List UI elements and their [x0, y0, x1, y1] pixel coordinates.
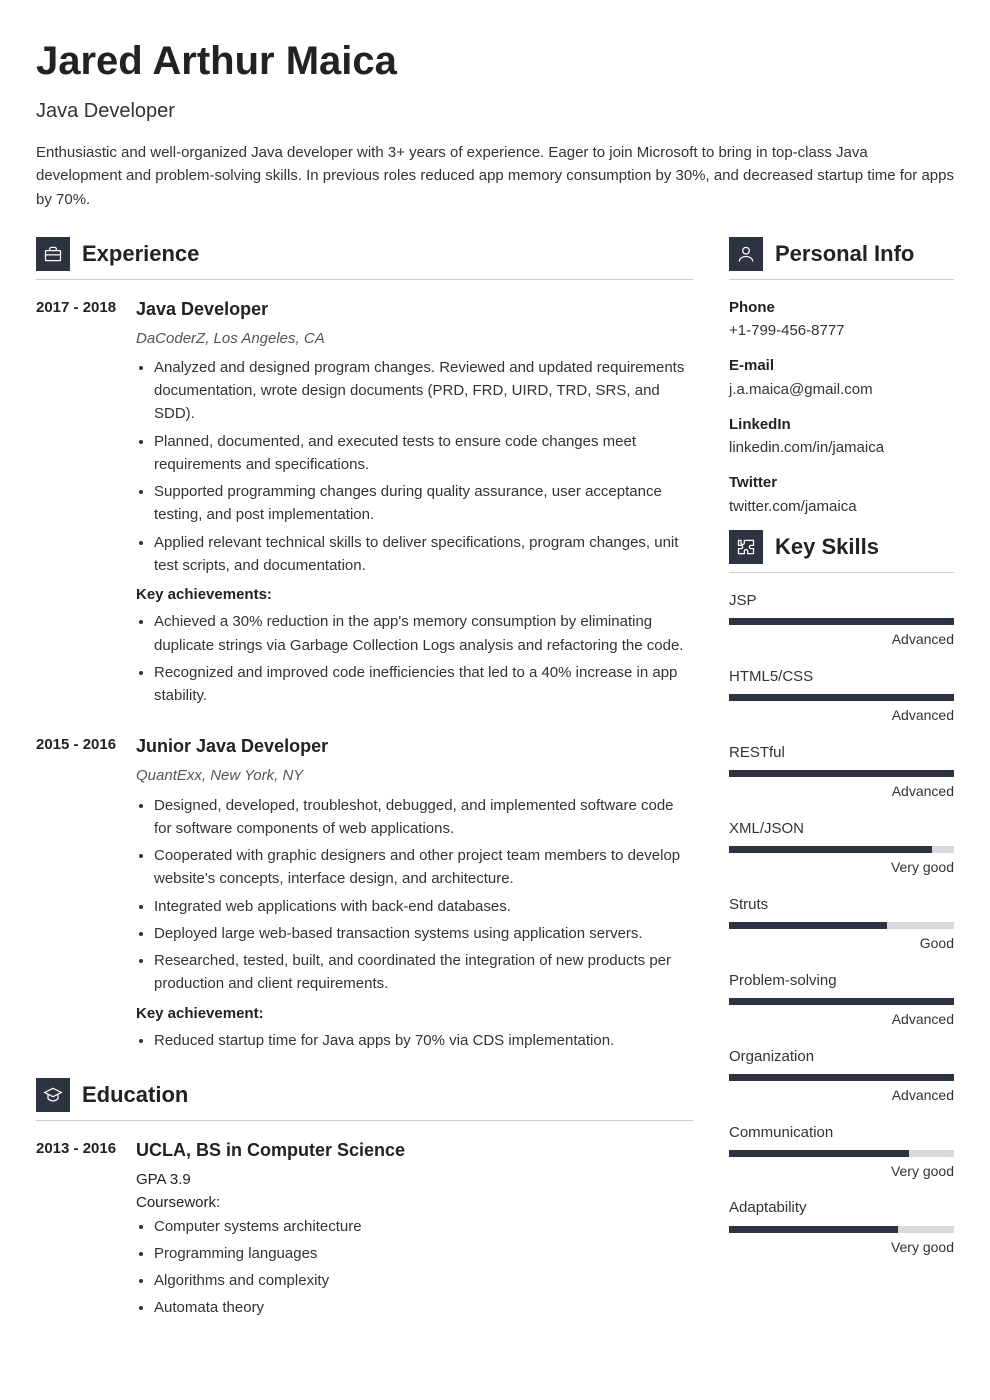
info-label: Phone	[729, 296, 954, 319]
skill-bar	[729, 998, 954, 1005]
info-value: +1-799-456-8777	[729, 319, 954, 342]
bullet: Analyzed and designed program changes. R…	[154, 356, 693, 426]
key-skills-heading: Key Skills	[775, 530, 879, 564]
company: DaCoderZ, Los Angeles, CA	[136, 327, 693, 350]
skill-level: Advanced	[729, 629, 954, 651]
skill-bar	[729, 1074, 954, 1081]
degree-title: UCLA, BS in Computer Science	[136, 1137, 693, 1165]
skill-bar	[729, 1226, 954, 1233]
skill-item: JSP Advanced	[729, 589, 954, 651]
skill-level: Advanced	[729, 1009, 954, 1031]
coursework-item: Computer systems architecture	[154, 1215, 693, 1238]
date-range: 2013 - 2016	[36, 1137, 118, 1323]
skill-level: Good	[729, 933, 954, 955]
skill-item: HTML5/CSS Advanced	[729, 665, 954, 727]
gpa: GPA 3.9	[136, 1168, 693, 1191]
bullet: Integrated web applications with back-en…	[154, 895, 693, 918]
bullet: Cooperated with graphic designers and ot…	[154, 844, 693, 891]
skill-level: Advanced	[729, 781, 954, 803]
person-icon	[729, 237, 763, 271]
main-column: Experience 2017 - 2018 Java Developer DaCo…	[36, 237, 693, 1346]
info-value: j.a.maica@gmail.com	[729, 378, 954, 401]
education-header: Education	[36, 1078, 693, 1121]
education-heading: Education	[82, 1078, 188, 1112]
skill-name: Struts	[729, 893, 954, 916]
coursework-item: Programming languages	[154, 1242, 693, 1265]
briefcase-icon	[36, 237, 70, 271]
bullet: Researched, tested, built, and coordinat…	[154, 949, 693, 996]
bullet: Designed, developed, troubleshot, debugg…	[154, 794, 693, 841]
education-entry: 2013 - 2016 UCLA, BS in Computer Science G…	[36, 1137, 693, 1323]
date-range: 2017 - 2018	[36, 296, 118, 712]
personal-info-header: Personal Info	[729, 237, 954, 280]
skill-name: JSP	[729, 589, 954, 612]
role-title: Junior Java Developer	[136, 733, 693, 761]
achievement-bullet: Reduced startup time for Java apps by 70…	[154, 1029, 693, 1052]
skill-bar	[729, 1150, 954, 1157]
person-name: Jared Arthur Maica	[36, 30, 954, 92]
achievement-bullet: Recognized and improved code inefficienc…	[154, 661, 693, 708]
date-range: 2015 - 2016	[36, 733, 118, 1056]
skill-item: Communication Very good	[729, 1121, 954, 1183]
role-title: Java Developer	[136, 296, 693, 324]
coursework-item: Automata theory	[154, 1296, 693, 1319]
personal-info-heading: Personal Info	[775, 237, 914, 271]
graduation-cap-icon	[36, 1078, 70, 1112]
skill-level: Very good	[729, 1237, 954, 1259]
skill-item: Adaptability Very good	[729, 1196, 954, 1258]
skill-item: Problem-solving Advanced	[729, 969, 954, 1031]
puzzle-icon	[729, 530, 763, 564]
bullet: Deployed large web-based transaction sys…	[154, 922, 693, 945]
skill-bar	[729, 694, 954, 701]
company: QuantExx, New York, NY	[136, 764, 693, 787]
skill-name: Communication	[729, 1121, 954, 1144]
skill-name: RESTful	[729, 741, 954, 764]
info-block: Phone+1-799-456-8777	[729, 296, 954, 343]
skill-level: Advanced	[729, 705, 954, 727]
achievements-label: Key achievement:	[136, 1002, 693, 1025]
info-block: Twittertwitter.com/jamaica	[729, 471, 954, 518]
skill-bar	[729, 846, 954, 853]
skill-name: Organization	[729, 1045, 954, 1068]
info-block: E-mailj.a.maica@gmail.com	[729, 354, 954, 401]
skill-item: Struts Good	[729, 893, 954, 955]
skill-name: Problem-solving	[729, 969, 954, 992]
info-label: LinkedIn	[729, 413, 954, 436]
summary: Enthusiastic and well-organized Java dev…	[36, 141, 954, 211]
info-value: linkedin.com/in/jamaica	[729, 436, 954, 459]
skill-bar	[729, 770, 954, 777]
coursework-label: Coursework:	[136, 1191, 693, 1214]
info-label: E-mail	[729, 354, 954, 377]
skill-name: Adaptability	[729, 1196, 954, 1219]
achievements-label: Key achievements:	[136, 583, 693, 606]
experience-entry: 2017 - 2018 Java Developer DaCoderZ, Los A…	[36, 296, 693, 712]
bullet: Supported programming changes during qua…	[154, 480, 693, 527]
skill-bar	[729, 922, 954, 929]
experience-header: Experience	[36, 237, 693, 280]
skill-item: Organization Advanced	[729, 1045, 954, 1107]
info-label: Twitter	[729, 471, 954, 494]
experience-entry: 2015 - 2016 Junior Java Developer QuantExx…	[36, 733, 693, 1056]
bullet: Planned, documented, and executed tests …	[154, 430, 693, 477]
skill-name: XML/JSON	[729, 817, 954, 840]
skill-name: HTML5/CSS	[729, 665, 954, 688]
coursework-item: Algorithms and complexity	[154, 1269, 693, 1292]
info-value: twitter.com/jamaica	[729, 495, 954, 518]
skill-level: Advanced	[729, 1085, 954, 1107]
side-column: Personal Info Phone+1-799-456-8777 E-mail…	[729, 237, 954, 1346]
bullet: Applied relevant technical skills to del…	[154, 531, 693, 578]
skill-bar	[729, 618, 954, 625]
info-block: LinkedInlinkedin.com/in/jamaica	[729, 413, 954, 460]
skill-level: Very good	[729, 1161, 954, 1183]
skill-level: Very good	[729, 857, 954, 879]
job-title: Java Developer	[36, 96, 954, 127]
achievement-bullet: Achieved a 30% reduction in the app's me…	[154, 610, 693, 657]
skill-item: XML/JSON Very good	[729, 817, 954, 879]
key-skills-header: Key Skills	[729, 530, 954, 573]
experience-heading: Experience	[82, 237, 199, 271]
skill-item: RESTful Advanced	[729, 741, 954, 803]
